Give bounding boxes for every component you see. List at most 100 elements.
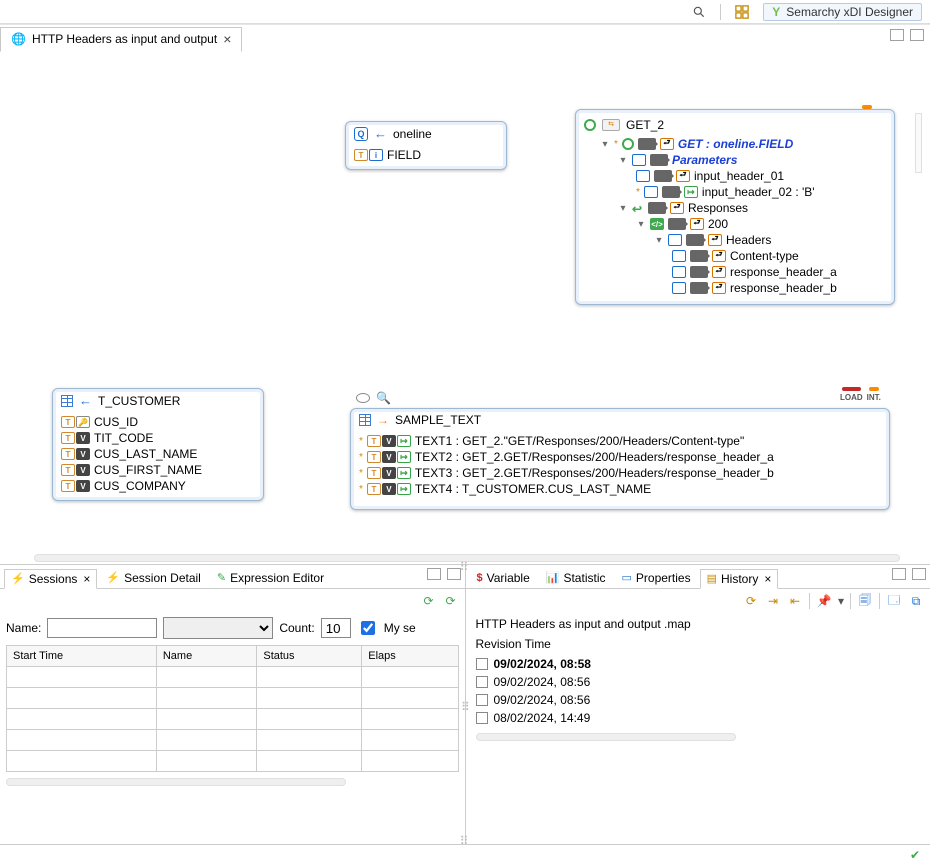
col-row[interactable]: T🔑CUS_ID bbox=[61, 414, 255, 430]
target-get2[interactable]: ⇆ GET_2 ▾* ⮐ GET : oneline.FIELD ▾ bbox=[575, 109, 895, 305]
col-row[interactable]: TVCUS_COMPANY bbox=[61, 478, 255, 494]
row-icons: TV bbox=[367, 451, 411, 463]
field-row[interactable]: Ti FIELD bbox=[354, 147, 498, 163]
map-label: TEXT4 : T_CUSTOMER.CUS_LAST_NAME bbox=[415, 482, 651, 496]
maximize-icon[interactable] bbox=[912, 568, 926, 580]
status-select[interactable] bbox=[163, 617, 273, 639]
col-label: CUS_FIRST_NAME bbox=[94, 463, 202, 477]
vertical-scrollbar[interactable] bbox=[915, 113, 922, 173]
editor-tab[interactable]: 🌐 HTTP Headers as input and output × bbox=[0, 27, 242, 52]
name-input[interactable] bbox=[47, 618, 157, 638]
sash-bottom[interactable]: ⠿ bbox=[460, 834, 471, 848]
myse-checkbox[interactable] bbox=[361, 621, 375, 635]
map-row[interactable]: *TVTEXT3 : GET_2.GET/Responses/200/Heade… bbox=[359, 465, 881, 481]
tree-code[interactable]: ▾ </> ⮐ 200 bbox=[584, 216, 886, 232]
col-row[interactable]: TVTIT_CODE bbox=[61, 430, 255, 446]
col-start[interactable]: Start Time bbox=[7, 646, 157, 667]
int-badge[interactable]: INT. bbox=[867, 387, 881, 402]
tab-sessions[interactable]: ⚡Sessions× bbox=[4, 569, 97, 589]
table-row[interactable] bbox=[7, 709, 459, 730]
refresh-icon[interactable]: ⟳ bbox=[743, 593, 759, 609]
pin-icon[interactable]: 📌 bbox=[816, 593, 832, 609]
panel-history: $Variable 📊Statistic ▭Properties ▤Histor… bbox=[466, 565, 930, 844]
sessions-table[interactable]: Start Time Name Status Elaps bbox=[6, 645, 459, 772]
minimize-icon[interactable] bbox=[892, 568, 906, 580]
tab-expression-editor[interactable]: ✎Expression Editor bbox=[210, 568, 331, 588]
headers-icon bbox=[668, 234, 682, 246]
mapping-canvas[interactable]: Q ← oneline Ti FIELD 🔍 INT. bbox=[0, 53, 930, 562]
tab-session-detail[interactable]: ⚡Session Detail bbox=[99, 568, 207, 588]
search-icon[interactable] bbox=[692, 5, 706, 19]
col-name[interactable]: Name bbox=[156, 646, 257, 667]
import-icon[interactable]: ⇥ bbox=[765, 593, 781, 609]
col-status[interactable]: Status bbox=[257, 646, 362, 667]
arrow-left-icon: ← bbox=[79, 393, 92, 408]
tab-properties[interactable]: ▭Properties bbox=[614, 568, 697, 588]
close-icon[interactable]: × bbox=[223, 32, 231, 46]
expr-icon bbox=[684, 186, 698, 198]
copy-icon[interactable]: 🗐 bbox=[857, 593, 873, 609]
source-oneline[interactable]: Q ← oneline Ti FIELD bbox=[345, 121, 507, 170]
map-label: TEXT2 : GET_2.GET/Responses/200/Headers/… bbox=[415, 450, 774, 464]
header-row[interactable]: ⮐ response_header_b bbox=[584, 280, 886, 296]
tree-headers[interactable]: ▾ ⮐ Headers bbox=[584, 232, 886, 248]
tree-root[interactable]: ▾* ⮐ GET : oneline.FIELD bbox=[584, 136, 886, 152]
target-sample[interactable]: → SAMPLE_TEXT *TVTEXT1 : GET_2."GET/Resp… bbox=[350, 408, 890, 510]
tree-responses[interactable]: ▾↩ ⮐ Responses bbox=[584, 200, 886, 216]
header-row[interactable]: ⮐ Content-type bbox=[584, 248, 886, 264]
source-customer[interactable]: ← T_CUSTOMER T🔑CUS_ID TVTIT_CODE TVCUS_L… bbox=[52, 388, 264, 501]
link-icon[interactable]: 🗔 bbox=[886, 593, 902, 609]
eye-icon[interactable] bbox=[356, 393, 370, 403]
main-toolbar: Y Semarchy xDI Designer bbox=[0, 0, 930, 24]
sash-vertical[interactable]: ⠿ bbox=[461, 700, 472, 714]
col-row[interactable]: TVCUS_FIRST_NAME bbox=[61, 462, 255, 478]
col-elaps[interactable]: Elaps bbox=[362, 646, 458, 667]
count-label: Count: bbox=[279, 621, 314, 635]
table-row[interactable] bbox=[7, 751, 459, 772]
history-row[interactable]: 09/02/2024, 08:56 bbox=[476, 673, 921, 691]
tab-variable[interactable]: $Variable bbox=[470, 568, 537, 588]
load-badge[interactable]: LOAD bbox=[840, 387, 863, 402]
map-row[interactable]: *TVTEXT1 : GET_2."GET/Responses/200/Head… bbox=[359, 433, 881, 449]
table-row[interactable] bbox=[7, 730, 459, 751]
table-scrollbar[interactable] bbox=[6, 778, 346, 786]
export-icon[interactable]: ⇤ bbox=[787, 593, 803, 609]
minimize-icon[interactable] bbox=[427, 568, 441, 580]
tab-statistic[interactable]: 📊Statistic bbox=[539, 568, 613, 588]
table-row[interactable] bbox=[7, 688, 459, 709]
map-row[interactable]: *TVTEXT2 : GET_2.GET/Responses/200/Heade… bbox=[359, 449, 881, 465]
history-row[interactable]: 09/02/2024, 08:56 bbox=[476, 691, 921, 709]
count-input[interactable] bbox=[321, 618, 351, 638]
tree-parameters[interactable]: ▾ Parameters bbox=[584, 152, 886, 168]
code-label: 200 bbox=[708, 217, 728, 231]
dropdown-icon[interactable]: ▾ bbox=[838, 593, 844, 609]
close-icon[interactable]: × bbox=[83, 572, 90, 586]
map-icon bbox=[662, 186, 680, 198]
get-root-label: GET : oneline.FIELD bbox=[678, 137, 793, 151]
history-row[interactable]: 08/02/2024, 14:49 bbox=[476, 709, 921, 727]
maximize-icon[interactable] bbox=[447, 568, 461, 580]
history-row[interactable]: 09/02/2024, 08:58 bbox=[476, 655, 921, 673]
refresh-icon[interactable]: ⟳ bbox=[443, 593, 459, 609]
perspective-switcher[interactable]: Y Semarchy xDI Designer bbox=[763, 3, 922, 21]
refresh-run-icon[interactable]: ⟳ bbox=[421, 593, 437, 609]
col-row[interactable]: TVCUS_LAST_NAME bbox=[61, 446, 255, 462]
table-row[interactable] bbox=[7, 667, 459, 688]
header-label: response_header_a bbox=[730, 265, 837, 279]
map-row[interactable]: *TVTEXT4 : T_CUSTOMER.CUS_LAST_NAME bbox=[359, 481, 881, 497]
header-row[interactable]: ⮐ response_header_a bbox=[584, 264, 886, 280]
row-icons: TV bbox=[367, 483, 411, 495]
maximize-icon[interactable] bbox=[910, 29, 924, 41]
minimize-icon[interactable] bbox=[890, 29, 904, 41]
param-row[interactable]: * input_header_02 : 'B' bbox=[584, 184, 886, 200]
param-row[interactable]: ⮐ input_header_01 bbox=[584, 168, 886, 184]
name-label: Name: bbox=[6, 621, 41, 635]
history-scrollbar[interactable] bbox=[476, 733, 736, 741]
compare-icon[interactable]: ⧉ bbox=[908, 593, 924, 609]
revision-time: 09/02/2024, 08:58 bbox=[494, 657, 591, 671]
revision-time: 09/02/2024, 08:56 bbox=[494, 675, 591, 689]
tab-history[interactable]: ▤History× bbox=[700, 569, 779, 589]
close-icon[interactable]: × bbox=[764, 572, 771, 586]
perspective-icon[interactable] bbox=[735, 5, 749, 19]
zoom-icon[interactable]: 🔍 bbox=[376, 391, 391, 405]
